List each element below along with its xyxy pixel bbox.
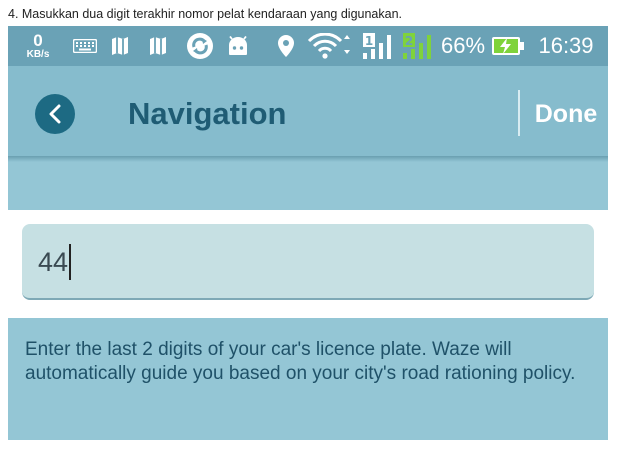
text-cursor bbox=[69, 244, 72, 280]
network-speed-value: 0 bbox=[33, 30, 43, 50]
network-speed: 0 KB/s bbox=[20, 26, 56, 66]
chevron-left-icon bbox=[48, 104, 62, 124]
keyboard-icon bbox=[68, 26, 102, 66]
page-title: Navigation bbox=[128, 96, 287, 131]
sync-icon bbox=[184, 26, 216, 66]
signal-sim2-icon: 2 bbox=[400, 26, 438, 66]
clock: 16:39 bbox=[538, 33, 594, 58]
location-icon bbox=[274, 26, 298, 66]
battery-charging-icon bbox=[490, 26, 526, 66]
map-icon bbox=[108, 26, 132, 66]
done-button[interactable]: Done bbox=[528, 94, 604, 134]
header-band bbox=[8, 162, 608, 210]
wifi-icon bbox=[306, 26, 352, 66]
battery-percent: 66% bbox=[440, 33, 486, 58]
phone-screen: 0 KB/s 1 2 66% 16:39 Navigation Done 44 … bbox=[8, 26, 608, 440]
map-icon bbox=[146, 26, 170, 66]
plate-digits-value: 44 bbox=[38, 247, 69, 277]
info-text: Enter the last 2 digits of your car's li… bbox=[25, 339, 576, 384]
step-caption: 4. Masukkan dua digit terakhir nomor pel… bbox=[8, 7, 403, 21]
navigation-header: Navigation Done bbox=[8, 66, 608, 158]
signal-sim1-icon: 1 bbox=[360, 26, 398, 66]
android-icon bbox=[224, 26, 252, 66]
svg-text:1: 1 bbox=[365, 34, 373, 48]
header-divider bbox=[518, 90, 520, 136]
svg-text:2: 2 bbox=[405, 34, 413, 48]
back-button[interactable] bbox=[35, 94, 75, 134]
plate-digits-input[interactable]: 44 bbox=[22, 224, 594, 300]
plate-input-section: 44 bbox=[8, 210, 608, 318]
info-panel: Enter the last 2 digits of your car's li… bbox=[8, 318, 608, 440]
network-speed-unit: KB/s bbox=[26, 48, 50, 60]
status-bar: 0 KB/s 1 2 66% 16:39 bbox=[8, 26, 608, 66]
